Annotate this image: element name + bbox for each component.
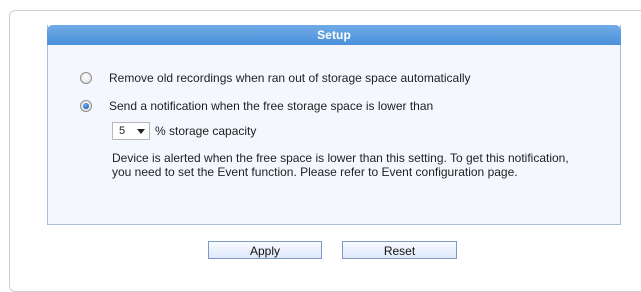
option-remove-old-recordings[interactable]: Remove old recordings when ran out of st… (80, 71, 471, 85)
setup-header: Setup (47, 25, 621, 45)
remove-old-recordings-radio[interactable] (80, 72, 92, 84)
option-send-notification[interactable]: Send a notification when the free storag… (80, 99, 433, 113)
storage-threshold-value: 5 (119, 125, 126, 137)
send-notification-label: Send a notification when the free storag… (109, 99, 434, 113)
send-notification-radio[interactable] (80, 100, 92, 112)
chevron-down-icon (137, 128, 145, 134)
storage-threshold-row: 5 % storage capacity (112, 122, 256, 140)
apply-button[interactable]: Apply (208, 241, 322, 259)
remove-old-recordings-label: Remove old recordings when ran out of st… (109, 71, 471, 85)
reset-button[interactable]: Reset (342, 241, 457, 259)
notification-description: Device is alerted when the free space is… (112, 151, 569, 179)
storage-threshold-suffix: % storage capacity (155, 124, 257, 138)
storage-threshold-select[interactable]: 5 (112, 122, 150, 140)
